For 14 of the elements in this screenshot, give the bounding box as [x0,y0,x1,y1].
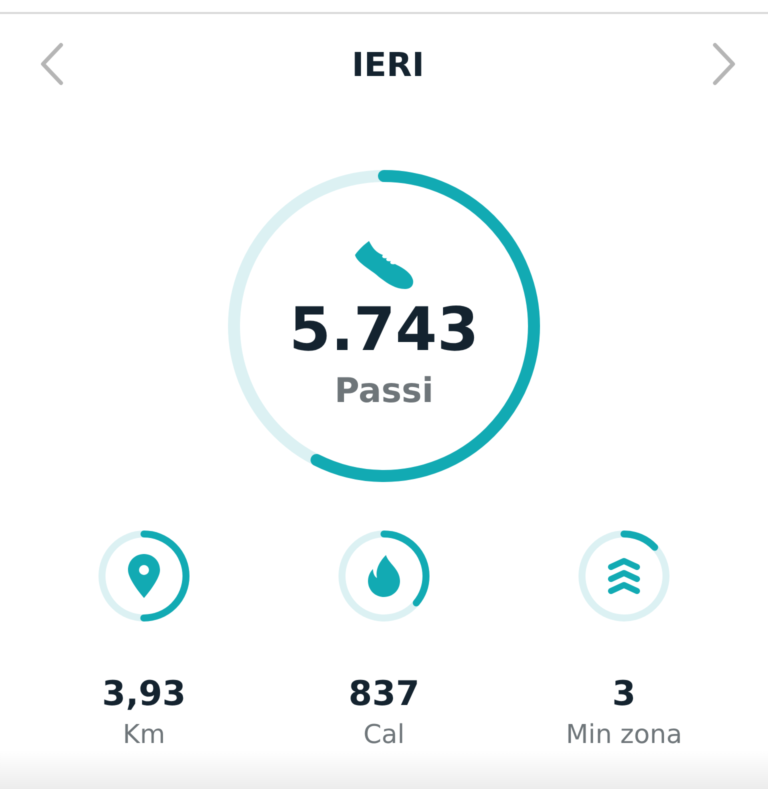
shoe-icon [353,241,415,289]
previous-day-button[interactable] [38,40,66,88]
stat-value: 837 [348,674,420,714]
steps-label: Passi [334,371,434,411]
stat-label: Km [122,720,166,750]
chevrons-up-icon [607,556,641,596]
flame-icon [368,555,400,597]
steps-value: 5.743 [289,295,479,365]
stat-label: Min zona [566,720,682,750]
day-title: IERI [352,44,424,84]
stat-value: 3 [612,674,636,714]
stat-value: 3,93 [102,674,186,714]
stat-label: Cal [363,720,405,750]
location-pin-icon [128,554,160,598]
